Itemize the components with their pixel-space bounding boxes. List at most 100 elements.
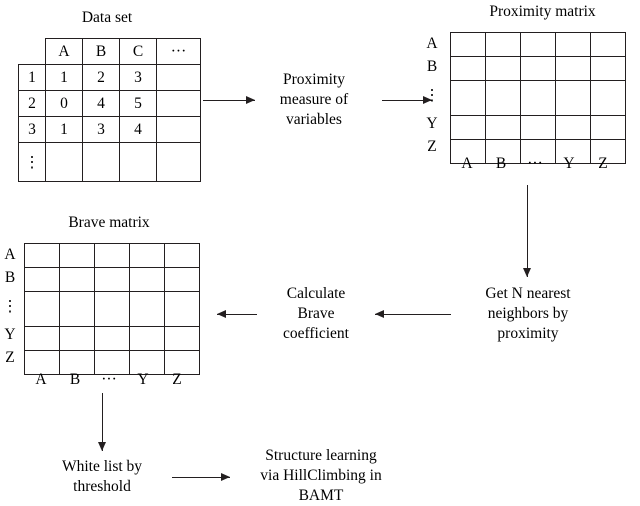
column-label: Y <box>137 371 149 388</box>
matrix-cell <box>520 115 556 140</box>
column-label: Z <box>172 371 182 388</box>
row-label: B <box>4 268 16 286</box>
table-row <box>450 115 626 140</box>
step-line: neighbors by <box>487 305 569 322</box>
step-line: via HillClimbing in <box>260 467 382 484</box>
dataset-cell <box>82 142 120 182</box>
step-line: Brave <box>297 305 335 322</box>
dataset-cell <box>119 142 157 182</box>
dataset-cell <box>156 116 201 143</box>
step-white-list: White list by threshold <box>38 457 166 497</box>
matrix-cell <box>450 80 486 116</box>
step-structure-learning: Structure learning via HillClimbing in B… <box>236 446 406 506</box>
matrix-cell <box>485 32 521 57</box>
row-label: Y <box>4 325 16 343</box>
matrix-cell <box>24 291 60 327</box>
row-label: A <box>426 34 438 52</box>
step-nearest-neighbors: Get N nearest neighbors by proximity <box>464 284 592 344</box>
dataset-cell <box>156 142 201 182</box>
step-line: Get N nearest <box>485 285 571 302</box>
column-label: B <box>69 371 81 388</box>
row-label: A <box>4 245 16 263</box>
matrix-cell <box>129 326 165 351</box>
matrix-cell <box>24 243 60 268</box>
step-calculate-brave: Calculate Brave coefficient <box>262 284 370 344</box>
matrix-cell <box>94 291 130 327</box>
column-label: A <box>461 155 473 172</box>
dataset-cell: 0 <box>45 90 83 117</box>
dataset-table: A B C ··· 1 1 2 3 2 0 4 5 3 1 3 4 ⋮ <box>18 38 201 182</box>
matrix-cell <box>590 115 626 140</box>
brave-matrix-caption: Brave matrix <box>24 213 194 232</box>
dataset-cell <box>156 64 201 91</box>
dataset-cell: 3 <box>119 64 157 91</box>
step-line: Structure learning <box>265 447 377 464</box>
matrix-cell <box>450 115 486 140</box>
arrow-whitelist-to-structure <box>172 469 230 485</box>
matrix-cell <box>164 326 200 351</box>
table-row <box>24 267 200 292</box>
matrix-cell <box>59 243 95 268</box>
step-line: Calculate <box>286 285 346 302</box>
dataset-caption: Data set <box>18 8 196 27</box>
row-label: ⋮ <box>2 297 18 315</box>
matrix-cell <box>94 326 130 351</box>
matrix-cell <box>485 80 521 116</box>
table-row: 1 1 2 3 <box>18 64 201 91</box>
step-line: coefficient <box>283 325 349 342</box>
matrix-cell <box>164 243 200 268</box>
row-label: B <box>426 57 438 75</box>
matrix-cell <box>129 291 165 327</box>
row-label: Y <box>426 114 438 132</box>
column-label: B <box>495 155 507 172</box>
brave-matrix-column-labels: A B ··· Y Z <box>24 371 194 388</box>
matrix-cell <box>590 56 626 81</box>
brave-matrix-caption-text: Brave matrix <box>68 214 150 231</box>
matrix-cell <box>520 56 556 81</box>
dataset-col-header: ··· <box>156 38 201 65</box>
dataset-caption-text: Data set <box>81 9 133 26</box>
dataset-corner-cell <box>18 38 46 65</box>
matrix-cell <box>520 80 556 116</box>
column-label: A <box>35 371 47 388</box>
table-row <box>450 56 626 81</box>
row-label: ⋮ <box>424 86 440 104</box>
matrix-cell <box>24 267 60 292</box>
matrix-cell <box>555 56 591 81</box>
dataset-cell: 2 <box>82 64 120 91</box>
dataset-row-label: 3 <box>18 116 46 143</box>
table-row <box>450 80 626 116</box>
proximity-matrix-caption-text: Proximity matrix <box>489 3 596 20</box>
proximity-matrix-caption: Proximity matrix <box>450 2 635 21</box>
dataset-col-header: C <box>119 38 157 65</box>
matrix-cell <box>555 80 591 116</box>
dataset-cell: 3 <box>82 116 120 143</box>
dataset-row-label: 2 <box>18 90 46 117</box>
dataset-cell: 1 <box>45 116 83 143</box>
step-line: proximity <box>497 325 559 342</box>
dataset-cell <box>45 142 83 182</box>
matrix-cell <box>590 80 626 116</box>
column-label: ··· <box>527 155 543 172</box>
matrix-cell <box>59 267 95 292</box>
arrow-dataset-to-measure <box>203 92 255 108</box>
table-row: 3 1 3 4 <box>18 116 201 143</box>
proximity-matrix-row-labels: A B ⋮ Y Z <box>424 32 440 158</box>
matrix-cell <box>450 32 486 57</box>
step-line: measure of <box>279 91 349 108</box>
matrix-cell <box>94 243 130 268</box>
matrix-cell <box>590 32 626 57</box>
dataset-col-header: A <box>45 38 83 65</box>
matrix-cell <box>485 56 521 81</box>
column-label: Y <box>563 155 575 172</box>
brave-matrix-row-labels: A B ⋮ Y Z <box>2 243 18 369</box>
table-row <box>450 32 626 57</box>
column-label: ··· <box>101 371 117 388</box>
row-label: Z <box>427 137 437 155</box>
dataset-cell <box>156 90 201 117</box>
step-line: variables <box>286 111 342 128</box>
dataset-col-header: B <box>82 38 120 65</box>
matrix-cell <box>164 291 200 327</box>
proximity-matrix-grid <box>450 32 626 164</box>
matrix-cell <box>59 326 95 351</box>
